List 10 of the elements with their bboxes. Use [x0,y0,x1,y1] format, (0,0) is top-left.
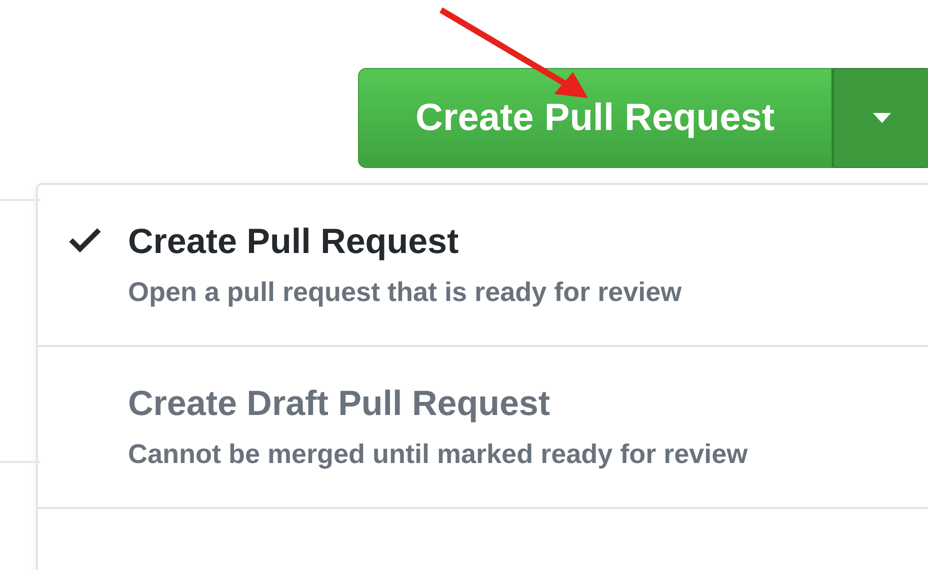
checkmark-icon [68,227,102,253]
menu-item-title: Create Draft Pull Request [128,383,552,425]
menu-item-description: Cannot be merged until marked ready for review [128,438,748,471]
menu-item-title: Create Pull Request [128,221,460,263]
dropdown-toggle[interactable] [832,68,928,168]
menu-item-description: Open a pull request that is ready for review [128,276,682,309]
menu-item[interactable]: Create Draft Pull Request Cannot be merged until marked ready for review [38,347,928,509]
caret-icon [872,112,892,124]
menu-item[interactable]: Create Pull Request Open a pull request that is ready for review [38,185,928,347]
create-pull-request-button[interactable]: Create Pull Request [358,68,832,168]
